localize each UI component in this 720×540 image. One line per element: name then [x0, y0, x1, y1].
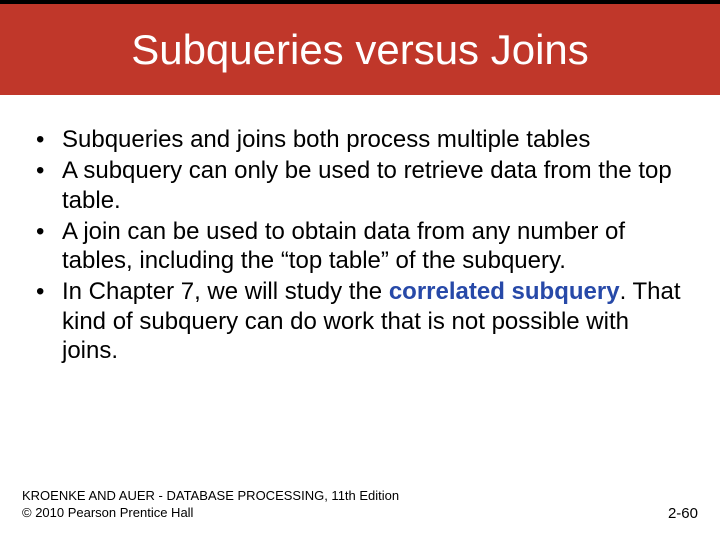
list-item: A join can be used to obtain data from a…: [30, 217, 690, 276]
bullet-text: A subquery can only be used to retrieve …: [62, 157, 672, 213]
bullet-list: Subqueries and joins both process multip…: [30, 125, 690, 365]
list-item: A subquery can only be used to retrieve …: [30, 156, 690, 215]
bullet-bold: correlated subquery: [389, 278, 620, 305]
title-bar: Subqueries versus Joins: [0, 0, 720, 95]
slide-content: Subqueries and joins both process multip…: [0, 95, 720, 365]
bullet-text: In Chapter 7, we will study the: [62, 278, 389, 305]
slide-footer: KROENKE AND AUER - DATABASE PROCESSING, …: [22, 487, 698, 522]
bullet-text: A join can be used to obtain data from a…: [62, 218, 625, 274]
slide-title: Subqueries versus Joins: [131, 26, 589, 74]
bullet-text: Subqueries and joins both process multip…: [62, 126, 590, 153]
footer-left: KROENKE AND AUER - DATABASE PROCESSING, …: [22, 487, 399, 522]
page-number: 2-60: [668, 505, 698, 522]
footer-book-info: KROENKE AND AUER - DATABASE PROCESSING, …: [22, 487, 399, 505]
list-item: In Chapter 7, we will study the correlat…: [30, 277, 690, 365]
list-item: Subqueries and joins both process multip…: [30, 125, 690, 154]
footer-copyright: © 2010 Pearson Prentice Hall: [22, 504, 399, 522]
